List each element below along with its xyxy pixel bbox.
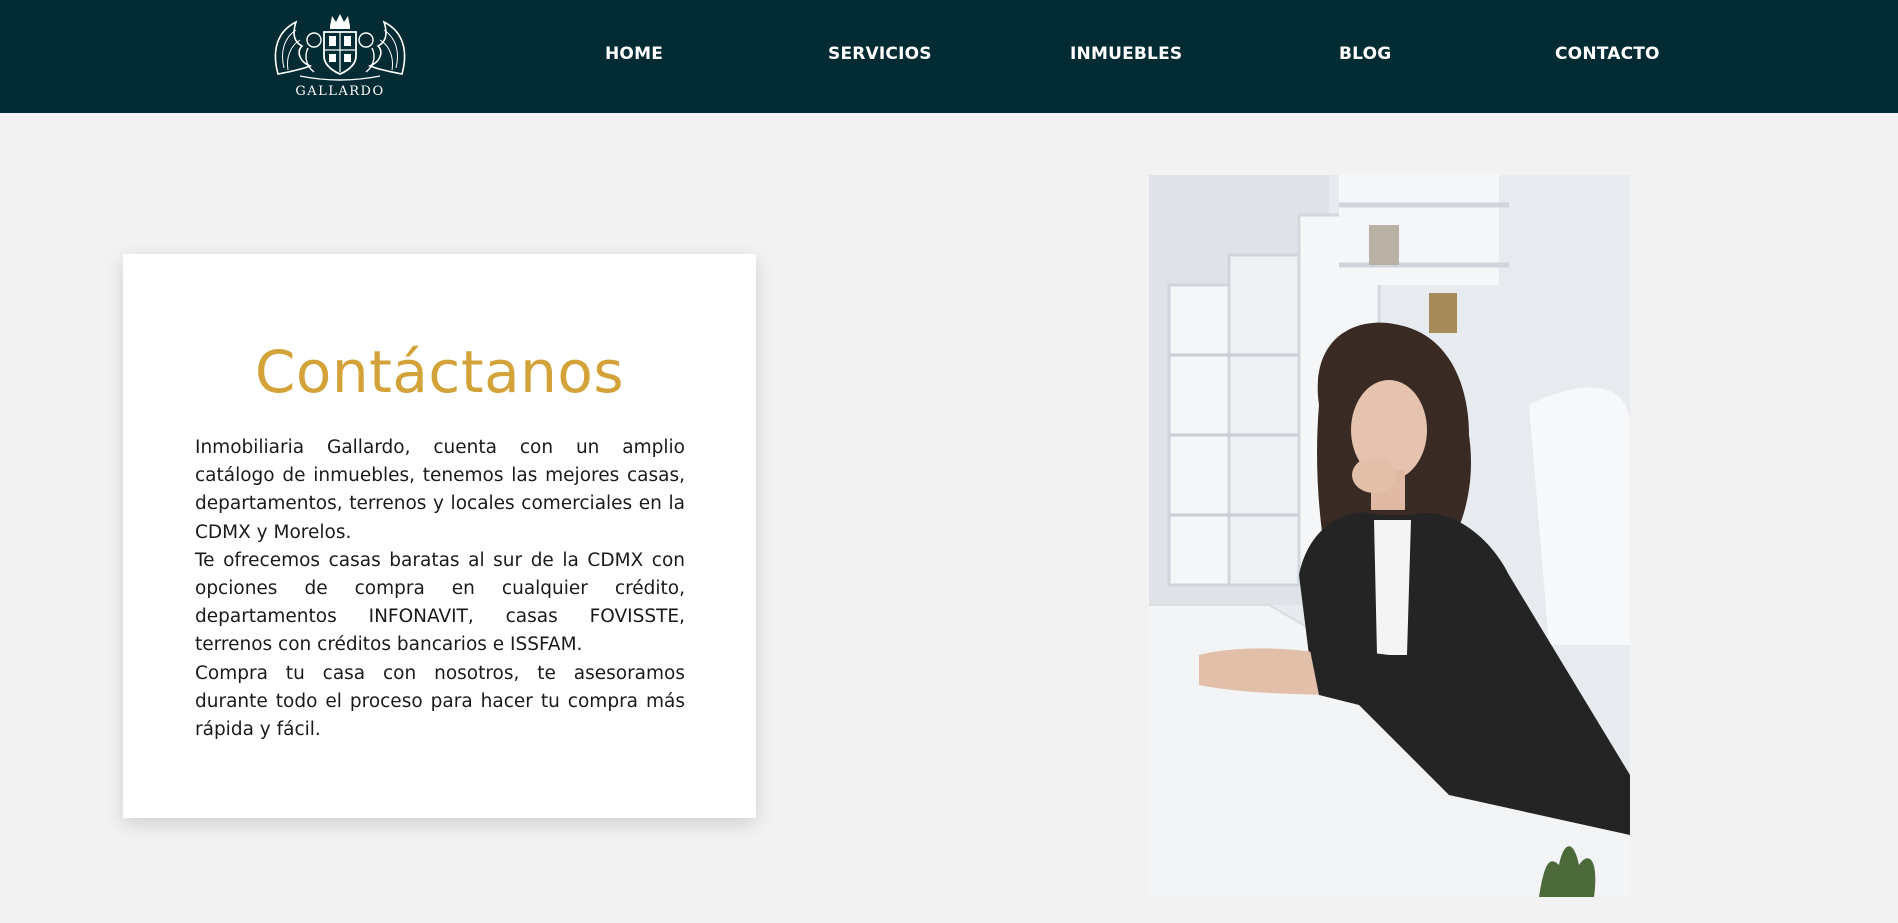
contact-paragraph-3: Compra tu casa con nosotros, te asesoram… (195, 662, 685, 741)
coat-of-arms-icon (274, 14, 406, 81)
nav-blog[interactable]: BLOG (1339, 44, 1391, 64)
nav-servicios[interactable]: SERVICIOS (828, 44, 932, 64)
contact-paragraph-1: Inmobiliaria Gallardo, cuenta con un amp… (195, 437, 685, 543)
contact-card: Contáctanos Inmobiliaria Gallardo, cuent… (123, 254, 756, 818)
contact-paragraph-2: Te ofrecemos casas baratas al sur de la … (195, 549, 685, 656)
gallardo-logo[interactable]: GALLARDO (270, 12, 410, 104)
nav-inmuebles[interactable]: INMUEBLES (1070, 44, 1182, 64)
contact-body: Inmobiliaria Gallardo, cuenta con un amp… (195, 434, 685, 744)
nav-contacto[interactable]: CONTACTO (1555, 44, 1660, 64)
site-header: GALLARDO HOME SERVICIOS INMUEBLES BLOG C… (0, 0, 1898, 113)
contact-title: Contáctanos (254, 338, 625, 406)
agent-photo (1149, 175, 1630, 897)
nav-home[interactable]: HOME (605, 44, 663, 64)
logo-text: GALLARDO (295, 84, 385, 99)
